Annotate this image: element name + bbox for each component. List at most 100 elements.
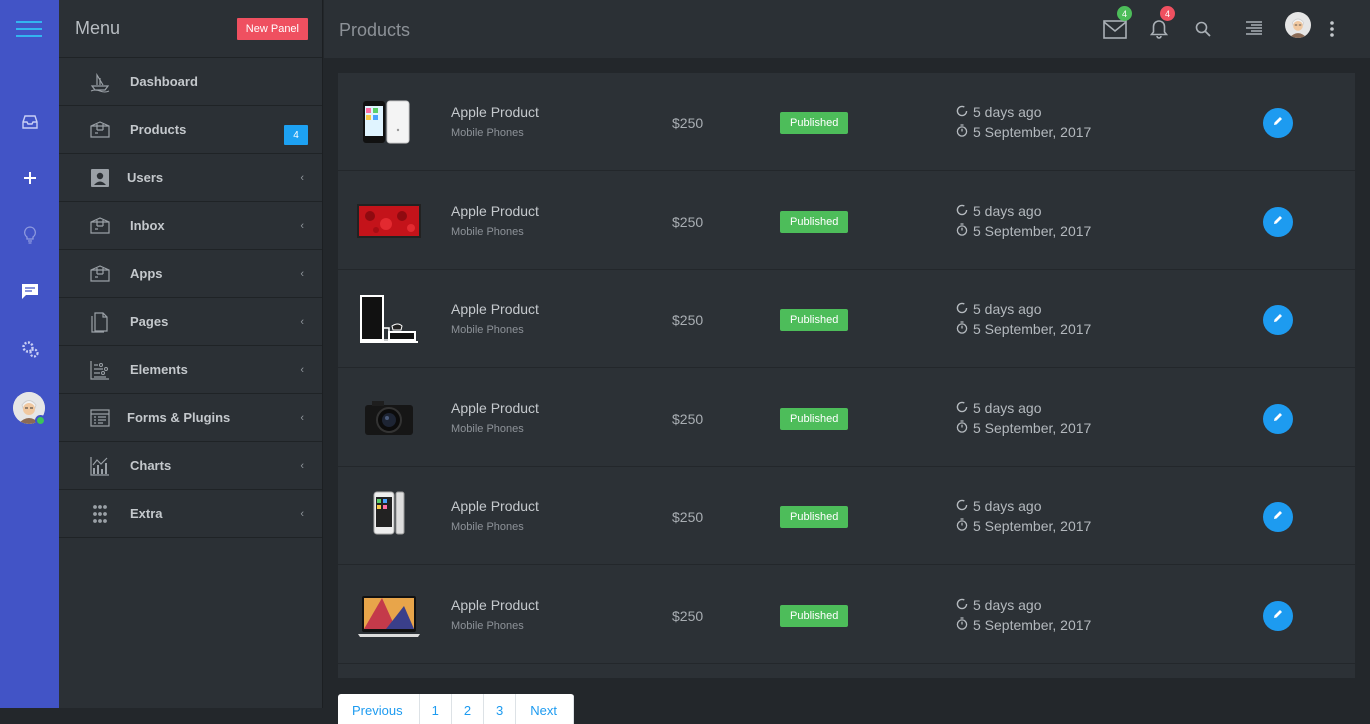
sidebar-item-charts[interactable]: Charts ‹ — [59, 442, 322, 490]
table-row: Apple Product Mobile Phones $250 Published 5… — [338, 270, 1355, 368]
sidebar-item-label: Inbox — [130, 218, 165, 233]
product-category: Mobile Phones — [451, 521, 524, 533]
published-date-text: 5 September, 2017 — [973, 518, 1092, 534]
align-right-icon[interactable] — [1239, 14, 1269, 44]
edit-button[interactable] — [1263, 305, 1293, 335]
pagination-page-3[interactable]: 3 — [484, 694, 517, 724]
edit-button[interactable] — [1263, 108, 1293, 138]
product-name[interactable]: Apple Product — [451, 301, 539, 317]
product-thumbnail — [356, 95, 422, 151]
new-panel-button[interactable]: New Panel — [236, 17, 308, 40]
relative-time: 5 days ago — [956, 498, 1042, 514]
sidebar-item-inbox[interactable]: Inbox ‹ — [59, 202, 322, 250]
pencil-icon — [1272, 114, 1284, 132]
relative-time-text: 5 days ago — [973, 301, 1042, 317]
published-date: 5 September, 2017 — [956, 223, 1091, 239]
product-thumbnail — [356, 194, 422, 250]
chat-icon[interactable] — [0, 271, 59, 311]
sidebar-item-users[interactable]: Users ‹ — [59, 154, 322, 202]
product-price: $250 — [672, 115, 704, 131]
product-name[interactable]: Apple Product — [451, 400, 539, 416]
pages-icon — [89, 311, 111, 333]
gears-icon[interactable] — [0, 329, 59, 369]
mail-badge: 4 — [1117, 6, 1132, 21]
ship-icon — [89, 71, 111, 93]
chart-icon — [89, 455, 111, 477]
edit-button[interactable] — [1263, 206, 1293, 237]
sidebar-item-apps[interactable]: Apps ‹ — [59, 250, 322, 298]
lightbulb-icon[interactable] — [0, 215, 59, 255]
relative-time-text: 5 days ago — [973, 498, 1042, 514]
menu-title: Menu — [75, 18, 121, 38]
relative-time: 5 days ago — [956, 597, 1042, 613]
product-name[interactable]: Apple Product — [451, 498, 539, 514]
pencil-icon — [1272, 311, 1284, 329]
sidebar-item-elements[interactable]: Elements ‹ — [59, 346, 322, 394]
sidebar-menu: Menu New Panel Dashboard Products 4 Users ‹ I… — [59, 0, 323, 708]
chevron-left-icon: ‹ — [300, 267, 304, 280]
product-price: $250 — [672, 509, 704, 525]
hamburger-menu-icon[interactable] — [16, 21, 42, 37]
clock-icon — [956, 104, 968, 120]
status-badge: Published — [780, 309, 849, 331]
product-name[interactable]: Apple Product — [451, 597, 539, 613]
sidebar-item-extra[interactable]: Extra ‹ — [59, 490, 322, 538]
topbar-user-avatar[interactable] — [1285, 12, 1311, 38]
product-price: $250 — [672, 213, 704, 230]
pagination: Previous 1 2 3 Next — [338, 694, 575, 724]
pencil-icon — [1272, 410, 1284, 428]
product-thumbnail — [356, 489, 422, 545]
user-card-icon — [89, 167, 111, 189]
dots-grid-icon — [89, 503, 111, 525]
chevron-left-icon: ‹ — [300, 459, 304, 472]
relative-time-text: 5 days ago — [973, 202, 1042, 219]
product-name[interactable]: Apple Product — [451, 104, 539, 120]
table-row: Apple Product Mobile Phones $250 Published 5… — [338, 369, 1355, 467]
more-vertical-icon[interactable] — [1317, 14, 1347, 44]
pagination-next[interactable]: Next — [516, 694, 575, 724]
chevron-left-icon: ‹ — [300, 315, 304, 328]
edit-button[interactable] — [1263, 600, 1293, 631]
edit-button[interactable] — [1263, 502, 1293, 532]
bell-badge: 4 — [1160, 6, 1175, 21]
chevron-left-icon: ‹ — [300, 171, 304, 184]
pagination-page-1[interactable]: 1 — [420, 694, 452, 724]
relative-time: 5 days ago — [956, 104, 1042, 120]
product-price: $250 — [672, 607, 704, 624]
clock-icon — [956, 597, 968, 613]
product-name[interactable]: Apple Product — [451, 203, 539, 219]
sidebar-item-products[interactable]: Products 4 — [59, 106, 322, 154]
chevron-left-icon: ‹ — [300, 219, 304, 232]
sidebar-item-label: Products — [130, 122, 187, 137]
published-date: 5 September, 2017 — [956, 321, 1091, 337]
clock-icon — [956, 301, 968, 317]
timer-icon — [956, 518, 968, 534]
timer-icon — [956, 222, 968, 239]
form-icon — [89, 407, 111, 429]
plus-icon[interactable] — [0, 158, 59, 198]
box-icon — [89, 119, 111, 141]
search-icon[interactable] — [1188, 14, 1218, 44]
pagination-previous[interactable]: Previous — [338, 694, 420, 724]
status-badge: Published — [780, 604, 849, 627]
clock-icon — [956, 498, 968, 514]
table-row: Apple Product Mobile Phones $250 Published 5… — [338, 73, 1355, 171]
edit-button[interactable] — [1263, 403, 1293, 434]
sidebar-item-label: Extra — [130, 506, 163, 521]
inbox-tray-icon[interactable] — [0, 102, 59, 142]
pagination-page-2[interactable]: 2 — [452, 694, 485, 724]
sidebar-item-label: Users — [127, 170, 164, 185]
sidebar-item-label: Forms & Plugins — [127, 410, 231, 425]
published-date-text: 5 September, 2017 — [973, 321, 1092, 337]
sidebar-item-forms-plugins[interactable]: Forms & Plugins ‹ — [59, 394, 322, 442]
published-date-text: 5 September, 2017 — [973, 222, 1092, 239]
pencil-icon — [1272, 508, 1284, 526]
status-badge: Published — [780, 506, 849, 528]
box-icon — [89, 215, 111, 237]
product-category: Mobile Phones — [451, 225, 524, 238]
published-date-text: 5 September, 2017 — [973, 124, 1092, 140]
relative-time: 5 days ago — [956, 400, 1042, 416]
sidebar-item-dashboard[interactable]: Dashboard — [59, 58, 322, 106]
sidebar-item-pages[interactable]: Pages ‹ — [59, 298, 322, 346]
top-bar: Products 4 4 — [324, 0, 1370, 58]
